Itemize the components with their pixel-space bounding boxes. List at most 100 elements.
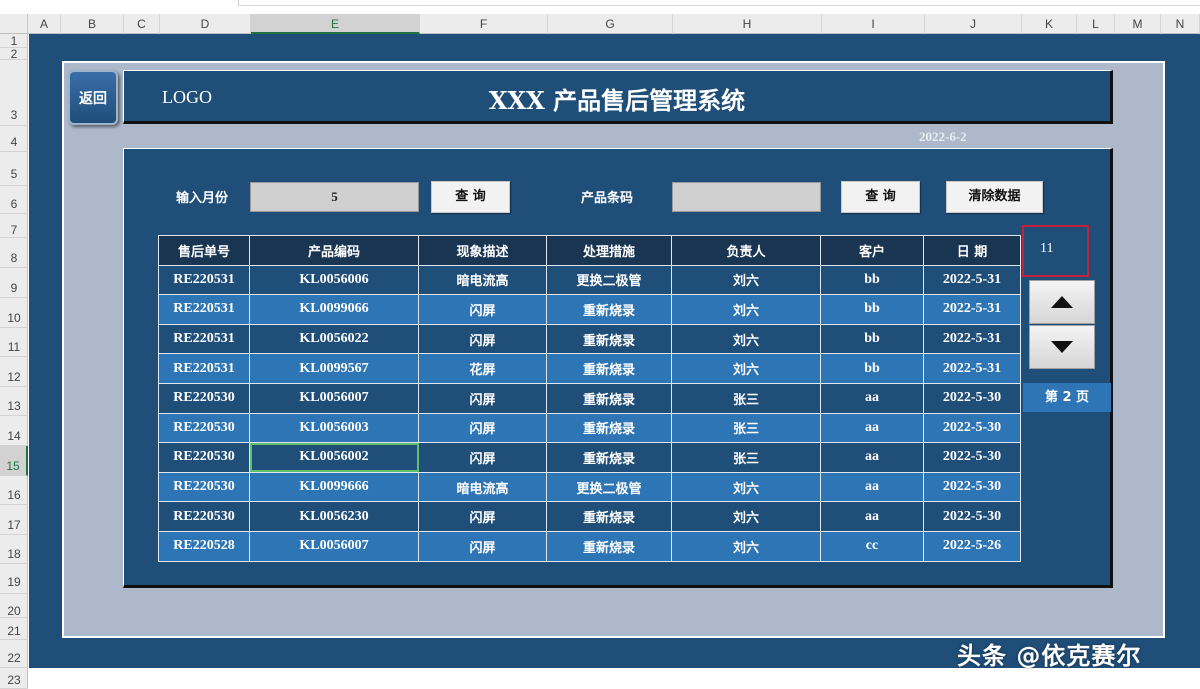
table-cell[interactable]: 张三 (671, 442, 821, 473)
row-header[interactable]: 22 (0, 640, 28, 668)
table-cell[interactable]: 刘六 (671, 294, 821, 325)
table-cell[interactable]: 更换二极管 (546, 264, 672, 296)
column-header[interactable]: F (420, 14, 548, 34)
table-cell[interactable]: 刘六 (671, 264, 821, 296)
table-cell[interactable]: 刘六 (671, 471, 821, 503)
table-cell[interactable]: 重新烧录 (546, 353, 672, 384)
table-cell[interactable]: RE220531 (158, 353, 250, 384)
row-header[interactable]: 17 (0, 505, 28, 535)
column-header[interactable]: A (28, 14, 61, 34)
formula-input[interactable] (238, 0, 1200, 6)
row-header[interactable]: 21 (0, 618, 28, 640)
table-cell[interactable]: RE220530 (158, 412, 250, 444)
table-cell[interactable]: KL0056007 (249, 530, 419, 562)
table-cell[interactable]: 重新烧录 (546, 530, 672, 562)
column-header[interactable]: E (251, 14, 420, 34)
column-header[interactable]: H (673, 14, 822, 34)
page-down-button[interactable] (1029, 325, 1095, 369)
column-header[interactable]: B (61, 14, 124, 34)
table-cell[interactable]: 闪屏 (418, 323, 547, 355)
table-cell[interactable]: 2022-5-31 (923, 264, 1021, 296)
table-cell[interactable]: aa (820, 412, 924, 444)
table-cell[interactable]: aa (820, 471, 924, 503)
column-header[interactable]: L (1077, 14, 1115, 34)
table-cell[interactable]: KL0056003 (249, 412, 419, 444)
table-cell[interactable]: 花屏 (418, 353, 547, 384)
row-header[interactable]: 14 (0, 416, 28, 446)
table-cell[interactable]: 张三 (671, 412, 821, 444)
table-cell[interactable]: aa (820, 501, 924, 532)
row-header[interactable]: 16 (0, 476, 28, 505)
column-header[interactable]: G (548, 14, 673, 34)
row-header[interactable]: 10 (0, 298, 28, 328)
clear-data-button[interactable]: 清除数据 (946, 181, 1043, 213)
column-header[interactable]: J (925, 14, 1022, 34)
table-cell[interactable]: 2022-5-31 (923, 294, 1021, 325)
table-cell[interactable]: KL0099567 (249, 353, 419, 384)
table-cell[interactable]: 2022-5-30 (923, 501, 1021, 532)
row-header[interactable]: 7 (0, 214, 28, 238)
table-cell[interactable]: RE220530 (158, 442, 250, 473)
table-cell[interactable]: 刘六 (671, 353, 821, 384)
row-header[interactable]: 9 (0, 268, 28, 298)
column-header[interactable]: N (1161, 14, 1200, 34)
page-up-button[interactable] (1029, 280, 1095, 324)
column-header[interactable]: K (1022, 14, 1077, 34)
table-cell[interactable]: 重新烧录 (546, 294, 672, 325)
table-cell[interactable]: 刘六 (671, 530, 821, 562)
row-header[interactable]: 4 (0, 126, 28, 152)
row-header[interactable]: 20 (0, 594, 28, 618)
table-cell[interactable]: 2022-5-30 (923, 471, 1021, 503)
table-cell[interactable]: 2022-5-31 (923, 353, 1021, 384)
table-cell[interactable]: 闪屏 (418, 530, 547, 562)
table-cell[interactable]: RE220528 (158, 530, 250, 562)
column-header[interactable]: M (1115, 14, 1161, 34)
table-cell[interactable]: 重新烧录 (546, 442, 672, 473)
row-header[interactable]: 11 (0, 328, 28, 357)
table-cell[interactable]: 刘六 (671, 323, 821, 355)
table-cell[interactable]: 暗电流高 (418, 471, 547, 503)
table-cell[interactable]: RE220531 (158, 264, 250, 296)
query-barcode-button[interactable]: 查 询 (841, 181, 920, 213)
table-cell[interactable]: 重新烧录 (546, 501, 672, 532)
table-cell[interactable]: RE220531 (158, 323, 250, 355)
row-header[interactable]: 8 (0, 238, 28, 268)
row-header[interactable]: 23 (0, 668, 28, 689)
table-cell[interactable]: RE220530 (158, 471, 250, 503)
query-month-button[interactable]: 查 询 (431, 181, 510, 213)
table-cell[interactable]: KL0056007 (249, 382, 419, 414)
month-input[interactable]: 5 (250, 182, 419, 212)
column-header[interactable]: C (124, 14, 160, 34)
row-header[interactable]: 6 (0, 186, 28, 214)
row-header[interactable]: 12 (0, 357, 28, 387)
table-cell[interactable]: 2022-5-30 (923, 412, 1021, 444)
table-cell[interactable]: cc (820, 530, 924, 562)
table-cell[interactable]: KL0056022 (249, 323, 419, 355)
table-cell[interactable]: bb (820, 294, 924, 325)
row-header[interactable]: 13 (0, 387, 28, 416)
back-button[interactable]: 返回 (68, 70, 118, 125)
row-header[interactable]: 19 (0, 564, 28, 594)
selected-cell[interactable]: KL0056002 (249, 442, 419, 473)
table-cell[interactable]: 闪屏 (418, 442, 547, 473)
table-cell[interactable]: bb (820, 323, 924, 355)
table-cell[interactable]: RE220530 (158, 382, 250, 414)
table-cell[interactable]: 重新烧录 (546, 382, 672, 414)
table-cell[interactable]: 2022-5-31 (923, 323, 1021, 355)
table-cell[interactable]: RE220531 (158, 294, 250, 325)
table-cell[interactable]: 2022-5-26 (923, 530, 1021, 562)
table-cell[interactable]: 2022-5-30 (923, 442, 1021, 473)
table-cell[interactable]: 刘六 (671, 501, 821, 532)
table-cell[interactable]: 更换二极管 (546, 471, 672, 503)
table-cell[interactable]: 闪屏 (418, 382, 547, 414)
column-header[interactable]: D (160, 14, 251, 34)
table-cell[interactable]: 重新烧录 (546, 412, 672, 444)
barcode-input[interactable] (672, 182, 821, 212)
table-cell[interactable]: KL0056006 (249, 264, 419, 296)
table-cell[interactable]: aa (820, 442, 924, 473)
table-cell[interactable]: KL0099066 (249, 294, 419, 325)
table-cell[interactable]: RE220530 (158, 501, 250, 532)
table-cell[interactable]: aa (820, 382, 924, 414)
row-header[interactable]: 5 (0, 152, 28, 186)
column-header[interactable]: I (822, 14, 925, 34)
